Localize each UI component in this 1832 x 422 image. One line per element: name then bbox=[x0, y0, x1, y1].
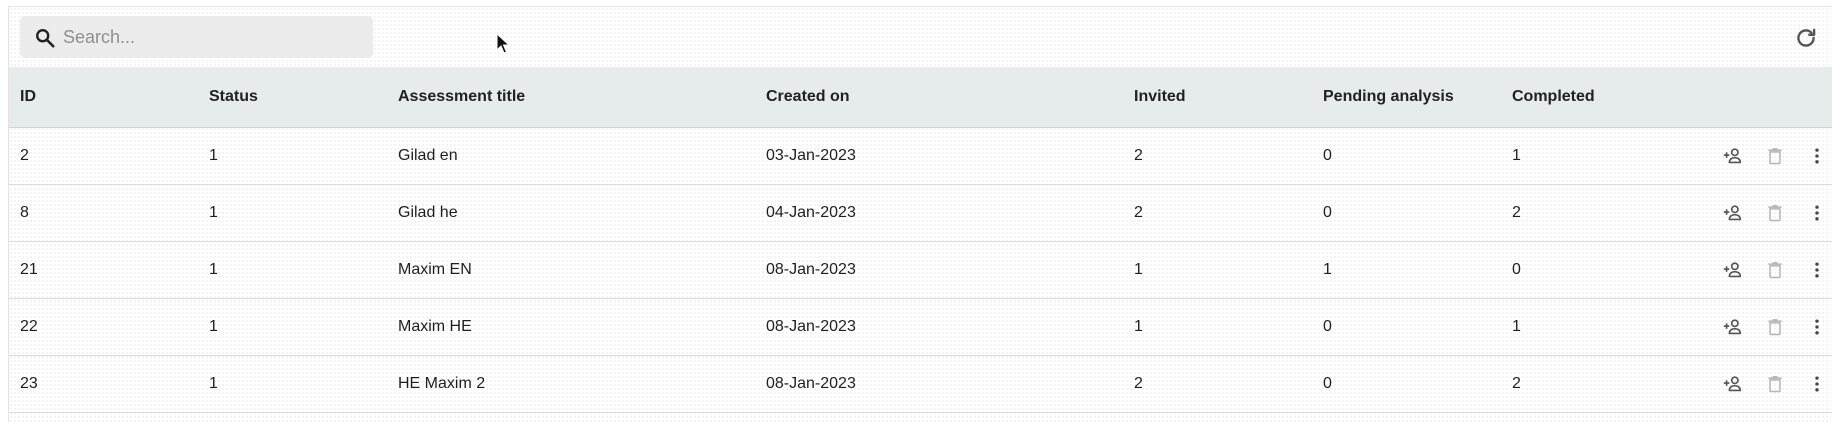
column-header-status[interactable]: Status bbox=[198, 67, 387, 128]
add-person-button[interactable] bbox=[1720, 200, 1746, 226]
cell-created-on: 04-Jan-2023 bbox=[766, 203, 856, 221]
cell-id: 23 bbox=[20, 374, 38, 392]
search-icon bbox=[36, 29, 55, 48]
cell-id: 22 bbox=[20, 317, 38, 335]
more-vert-icon bbox=[1815, 148, 1819, 163]
trash-icon bbox=[1768, 261, 1782, 278]
table-row[interactable]: 2 1 Gilad en 03-Jan-2023 2 0 1 bbox=[9, 127, 1832, 184]
more-vert-icon bbox=[1815, 376, 1819, 391]
cell-id: 2 bbox=[20, 146, 29, 164]
delete-button[interactable] bbox=[1762, 371, 1788, 397]
cell-completed: 2 bbox=[1512, 203, 1521, 221]
trash-icon bbox=[1768, 204, 1782, 221]
table-row[interactable]: 23 1 HE Maxim 2 08-Jan-2023 2 0 2 bbox=[9, 355, 1832, 412]
person-add-icon bbox=[1723, 147, 1742, 163]
cell-created-on: 08-Jan-2023 bbox=[766, 317, 856, 335]
person-add-icon bbox=[1723, 318, 1742, 334]
more-options-button[interactable] bbox=[1804, 143, 1830, 169]
more-options-button[interactable] bbox=[1804, 314, 1830, 340]
search-box[interactable] bbox=[20, 16, 373, 58]
assessments-panel: ID Status Assessment title Created on In… bbox=[8, 6, 1832, 422]
cell-status: 1 bbox=[209, 317, 218, 335]
cell-assessment-title: HE Maxim 2 bbox=[398, 374, 486, 392]
more-options-button[interactable] bbox=[1804, 257, 1830, 283]
add-person-button[interactable] bbox=[1720, 371, 1746, 397]
more-vert-icon bbox=[1815, 262, 1819, 277]
delete-button[interactable] bbox=[1762, 143, 1788, 169]
trash-icon bbox=[1768, 375, 1782, 392]
cell-actions bbox=[1662, 241, 1832, 298]
cell-pending-analysis: 0 bbox=[1323, 374, 1332, 392]
cell-status: 1 bbox=[209, 203, 218, 221]
cell-created-on: 08-Jan-2023 bbox=[766, 260, 856, 278]
column-header-created-on[interactable]: Created on bbox=[755, 67, 1123, 128]
person-add-icon bbox=[1723, 204, 1742, 220]
cell-status: 1 bbox=[209, 146, 218, 164]
cell-status: 1 bbox=[209, 260, 218, 278]
column-header-pending-analysis[interactable]: Pending analysis bbox=[1312, 67, 1501, 128]
delete-button[interactable] bbox=[1762, 314, 1788, 340]
cell-actions bbox=[1662, 355, 1832, 412]
cell-invited: 2 bbox=[1134, 146, 1143, 164]
cell-completed: 0 bbox=[1512, 260, 1521, 278]
column-header-completed[interactable]: Completed bbox=[1501, 67, 1662, 128]
cell-id: 8 bbox=[20, 203, 29, 221]
cell-invited: 2 bbox=[1134, 374, 1143, 392]
add-person-button[interactable] bbox=[1720, 257, 1746, 283]
cell-actions bbox=[1662, 127, 1832, 184]
table-row[interactable]: 22 1 Maxim HE 08-Jan-2023 1 0 1 bbox=[9, 298, 1832, 355]
cell-pending-analysis: 0 bbox=[1323, 317, 1332, 335]
cell-assessment-title: Maxim HE bbox=[398, 317, 472, 335]
refresh-icon[interactable] bbox=[1793, 25, 1819, 51]
cell-completed: 1 bbox=[1512, 317, 1521, 335]
column-header-actions bbox=[1662, 67, 1832, 128]
cell-assessment-title: Maxim EN bbox=[398, 260, 472, 278]
more-options-button[interactable] bbox=[1804, 371, 1830, 397]
add-person-button[interactable] bbox=[1720, 314, 1746, 340]
add-person-button[interactable] bbox=[1720, 143, 1746, 169]
cell-completed: 1 bbox=[1512, 146, 1521, 164]
cell-created-on: 08-Jan-2023 bbox=[766, 374, 856, 392]
search-input[interactable] bbox=[61, 25, 345, 49]
more-vert-icon bbox=[1815, 205, 1819, 220]
trash-icon bbox=[1768, 147, 1782, 164]
cell-completed: 2 bbox=[1512, 374, 1521, 392]
person-add-icon bbox=[1723, 261, 1742, 277]
delete-button[interactable] bbox=[1762, 257, 1788, 283]
cell-invited: 1 bbox=[1134, 317, 1143, 335]
cell-pending-analysis: 0 bbox=[1323, 146, 1332, 164]
cell-assessment-title: Gilad he bbox=[398, 203, 458, 221]
cell-pending-analysis: 1 bbox=[1323, 260, 1332, 278]
cell-id: 21 bbox=[20, 260, 38, 278]
person-add-icon bbox=[1723, 375, 1742, 391]
table-row[interactable]: 8 1 Gilad he 04-Jan-2023 2 0 2 bbox=[9, 184, 1832, 241]
cell-assessment-title: Gilad en bbox=[398, 146, 458, 164]
cell-actions bbox=[1662, 298, 1832, 355]
more-vert-icon bbox=[1815, 319, 1819, 334]
cell-invited: 1 bbox=[1134, 260, 1143, 278]
table-header-row: ID Status Assessment title Created on In… bbox=[9, 67, 1832, 128]
cell-status: 1 bbox=[209, 374, 218, 392]
cell-invited: 2 bbox=[1134, 203, 1143, 221]
mouse-cursor-icon bbox=[496, 33, 510, 54]
more-options-button[interactable] bbox=[1804, 200, 1830, 226]
column-header-invited[interactable]: Invited bbox=[1123, 67, 1312, 128]
toolbar bbox=[9, 7, 1831, 67]
cell-pending-analysis: 0 bbox=[1323, 203, 1332, 221]
trash-icon bbox=[1768, 318, 1782, 335]
assessments-table: ID Status Assessment title Created on In… bbox=[9, 67, 1832, 413]
cell-actions bbox=[1662, 184, 1832, 241]
column-header-id[interactable]: ID bbox=[9, 67, 198, 128]
column-header-assessment-title[interactable]: Assessment title bbox=[387, 67, 755, 128]
cell-created-on: 03-Jan-2023 bbox=[766, 146, 856, 164]
delete-button[interactable] bbox=[1762, 200, 1788, 226]
table-row[interactable]: 21 1 Maxim EN 08-Jan-2023 1 1 0 bbox=[9, 241, 1832, 298]
